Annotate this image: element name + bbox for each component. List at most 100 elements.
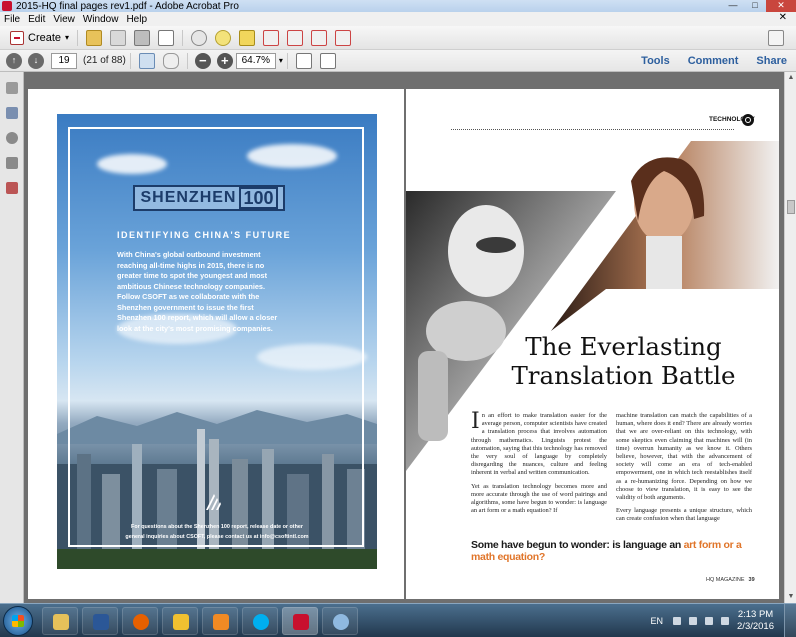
comment-icon[interactable]	[215, 29, 232, 46]
start-button[interactable]	[3, 606, 33, 636]
taskbar-media-player[interactable]	[202, 607, 238, 635]
fit-page-icon[interactable]	[295, 52, 312, 69]
open-folder-icon[interactable]	[86, 29, 103, 46]
folio-page-number: 39	[748, 577, 755, 583]
headline-line2: Translation Battle	[511, 361, 736, 390]
menu-bar: File Edit View Window Help ✕	[0, 12, 796, 26]
headline-line1: The Everlasting	[525, 332, 722, 361]
menu-edit[interactable]: Edit	[24, 14, 49, 25]
email-icon[interactable]	[158, 29, 175, 46]
scroll-thumb[interactable]	[787, 200, 795, 214]
article-headline: The Everlasting Translation Battle	[501, 332, 746, 390]
task-pane-tabs: Tools Comment Share	[632, 50, 796, 72]
tab-comment[interactable]: Comment	[679, 55, 748, 67]
taskbar-paint[interactable]	[322, 607, 358, 635]
section-icon	[742, 114, 754, 126]
col2-paragraph-2: Every language presents a unique structu…	[616, 507, 752, 523]
minimize-button[interactable]: —	[722, 0, 744, 12]
pull-quote: Some have begun to wonder: is language a…	[471, 539, 761, 563]
create-button[interactable]: Create ▾	[6, 29, 73, 47]
logo-word: SHENZHEN	[140, 189, 237, 206]
sign-icon[interactable]	[263, 29, 280, 46]
document-area[interactable]: SHENZHEN 100 IDENTIFYING CHINA'S FUTURE …	[24, 72, 784, 603]
show-desktop-button[interactable]	[784, 604, 796, 637]
page-number-input[interactable]: 19	[51, 52, 77, 69]
taskbar-firefox[interactable]	[122, 607, 158, 635]
power-icon[interactable]	[721, 617, 730, 625]
network-icon[interactable]	[689, 617, 698, 625]
advert-footer: For questions about the Shenzhen 100 rep…	[117, 522, 317, 542]
menu-view[interactable]: View	[49, 14, 79, 25]
previous-page-button[interactable]: ↑	[6, 52, 22, 69]
pdf-page-right: TECHNOLOGY The Everlasting Translation B…	[406, 89, 779, 599]
system-tray: EN 2:13 PM 2/3/2016	[651, 604, 796, 637]
csoft-logo-icon	[206, 494, 221, 510]
menu-help[interactable]: Help	[122, 14, 151, 25]
skype-icon	[253, 614, 269, 630]
print-icon[interactable]	[134, 29, 151, 46]
language-indicator[interactable]: EN	[651, 616, 664, 626]
shenzhen-100-logo: SHENZHEN 100	[133, 185, 285, 211]
window-title: 2015-HQ final pages rev1.pdf - Adobe Acr…	[16, 0, 239, 12]
signatures-icon[interactable]	[5, 157, 18, 169]
menu-file[interactable]: File	[0, 14, 24, 25]
vertical-scrollbar[interactable]: ▲ ▼	[784, 72, 796, 603]
tab-tools[interactable]: Tools	[632, 55, 679, 67]
expand-icon[interactable]	[768, 30, 784, 46]
toolbar-divider	[186, 52, 188, 69]
taskbar-skype[interactable]	[242, 607, 278, 635]
page-thumbnails-icon[interactable]	[5, 82, 18, 94]
next-page-button[interactable]: ↓	[28, 52, 44, 69]
hand-tool-icon[interactable]	[162, 52, 179, 69]
drop-cap: I	[471, 409, 480, 434]
advert-footer-line1: For questions about the Shenzhen 100 rep…	[131, 524, 303, 530]
create-icon	[10, 30, 24, 45]
scroll-up-icon[interactable]: ▲	[785, 72, 796, 84]
export-icon[interactable]	[335, 29, 352, 46]
taskbar-file-explorer[interactable]	[42, 607, 78, 635]
folio-magazine: HQ MAGAZINE	[706, 577, 745, 583]
volume-icon[interactable]	[705, 617, 714, 625]
logo-number: 100	[239, 187, 278, 209]
highlight-icon[interactable]	[239, 29, 256, 46]
media-player-icon	[213, 614, 229, 630]
title-bar: 2015-HQ final pages rev1.pdf - Adobe Acr…	[0, 0, 796, 12]
taskbar-outlook[interactable]	[162, 607, 198, 635]
taskbar-acrobat[interactable]	[282, 607, 318, 635]
toolbar-divider	[286, 52, 288, 69]
scroll-down-icon[interactable]: ▼	[785, 591, 796, 603]
zoom-input[interactable]: 64.7%	[235, 52, 276, 69]
layers-icon[interactable]	[5, 182, 18, 194]
firefox-icon	[133, 614, 149, 630]
attachments-icon[interactable]	[5, 132, 18, 144]
toolbar-divider	[77, 29, 79, 46]
select-tool-icon[interactable]	[138, 52, 155, 69]
tray-arrow-icon[interactable]	[673, 617, 682, 625]
shenzhen-advert: SHENZHEN 100 IDENTIFYING CHINA'S FUTURE …	[57, 114, 377, 569]
paint-icon	[333, 614, 349, 630]
save-icon[interactable]	[110, 29, 127, 46]
outlook-icon	[173, 614, 189, 630]
pdf-page-left: SHENZHEN 100 IDENTIFYING CHINA'S FUTURE …	[28, 89, 404, 599]
create-label: Create	[28, 31, 62, 44]
article-column-1: In an effort to make translation easier …	[471, 409, 607, 520]
menu-window[interactable]: Window	[79, 14, 123, 25]
zoom-dropdown-icon[interactable]: ▾	[279, 56, 283, 65]
bookmarks-icon[interactable]	[5, 107, 18, 119]
secure-icon[interactable]	[287, 29, 304, 46]
acrobat-taskbar-icon	[293, 614, 309, 630]
navigation-toolbar: ↑ ↓ 19 (21 of 88) − + 64.7% ▾ Tools Comm…	[0, 50, 796, 72]
share-file-icon[interactable]	[311, 29, 328, 46]
close-document-icon[interactable]: ✕	[775, 12, 791, 23]
zoom-out-button[interactable]: −	[194, 52, 211, 69]
gear-icon[interactable]	[191, 29, 208, 46]
taskbar-word[interactable]	[82, 607, 118, 635]
close-button[interactable]: ✕	[766, 0, 796, 12]
fit-width-icon[interactable]	[319, 52, 336, 69]
tab-share[interactable]: Share	[747, 55, 796, 67]
zoom-in-button[interactable]: +	[216, 52, 233, 69]
clock[interactable]: 2:13 PM 2/3/2016	[737, 609, 774, 633]
clock-time: 2:13 PM	[737, 609, 774, 620]
maximize-button[interactable]: □	[744, 0, 766, 12]
main-toolbar: Create ▾	[0, 26, 796, 50]
